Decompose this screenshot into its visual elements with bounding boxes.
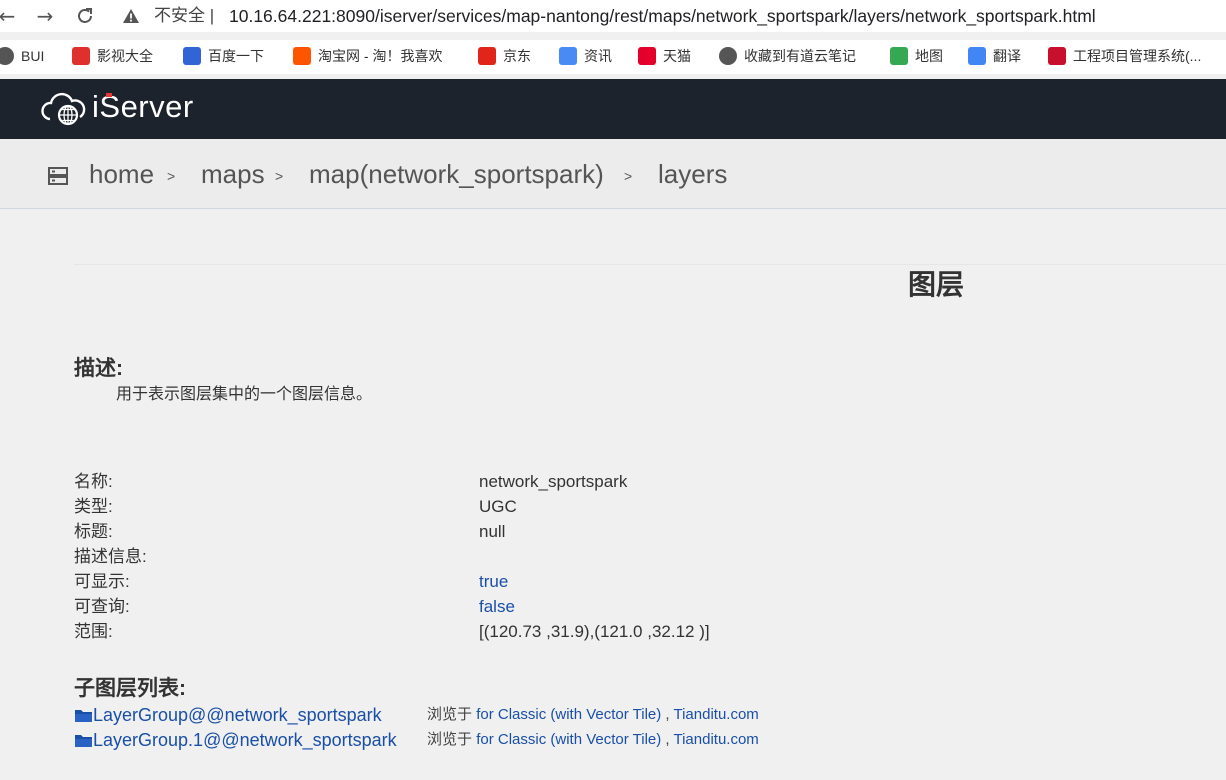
property-label: 可查询: bbox=[74, 597, 130, 616]
security-status[interactable]: 不安全 | bbox=[154, 5, 214, 27]
breadcrumb-separator: > bbox=[275, 168, 284, 184]
address-bar[interactable]: 不安全 | 10.16.64.221:8090/iserver/services… bbox=[112, 0, 1226, 32]
browser-toolbar: ← → 不安全 | 10.16.64.221:8090/iserver/serv… bbox=[0, 0, 1226, 32]
bookmark-label: 资讯 bbox=[584, 48, 612, 64]
taobao-icon bbox=[293, 47, 311, 65]
property-value[interactable]: false bbox=[479, 596, 515, 618]
bookmark-item[interactable]: 天猫 bbox=[638, 45, 691, 67]
jd-icon bbox=[478, 47, 496, 65]
url-text[interactable]: 10.16.64.221:8090/iserver/services/map-n… bbox=[229, 5, 1096, 27]
browse-prefix: 浏览于 bbox=[427, 731, 473, 748]
description-text: 用于表示图层集中的一个图层信息。 bbox=[116, 386, 373, 403]
bookmark-item[interactable]: 京东 bbox=[478, 45, 531, 67]
bookmark-label: 收藏到有道云笔记 bbox=[744, 48, 856, 64]
breadcrumb-separator: > bbox=[167, 168, 176, 184]
bookmark-item[interactable]: 资讯 bbox=[559, 45, 612, 67]
map-pin-icon bbox=[890, 47, 908, 65]
sublayers-heading: 子图层列表: bbox=[74, 677, 186, 700]
bookmark-item[interactable]: BUI bbox=[0, 45, 44, 67]
bookmark-label: 地图 bbox=[915, 48, 943, 64]
property-label: 类型: bbox=[74, 497, 113, 516]
bookmark-label: 天猫 bbox=[663, 48, 691, 64]
breadcrumb-map[interactable]: map(network_sportspark) bbox=[309, 158, 604, 190]
bookmark-label: 京东 bbox=[503, 48, 531, 64]
reload-icon bbox=[78, 8, 92, 23]
bookmark-item[interactable]: 淘宝网 - 淘！我喜欢 bbox=[293, 45, 442, 67]
browse-options: 浏览于 for Classic (with Vector Tile) , Tia… bbox=[427, 704, 759, 726]
warning-icon bbox=[123, 9, 139, 23]
property-label: 描述信息: bbox=[74, 547, 147, 566]
globe-icon bbox=[719, 47, 737, 65]
property-value[interactable]: true bbox=[479, 571, 508, 593]
bookmarks-bar: BUI 影视大全 百度一下 淘宝网 - 淘！我喜欢 京东 资讯 天猫 收藏到有道云笔记 地图 翻译… bbox=[0, 40, 1226, 74]
bookmark-item[interactable]: 收藏到有道云笔记 bbox=[719, 45, 856, 67]
bookmark-item[interactable]: 百度一下 bbox=[183, 45, 264, 67]
folder-icon bbox=[75, 735, 92, 747]
bookmark-label: 影视大全 bbox=[97, 48, 153, 64]
globe-icon bbox=[0, 47, 14, 65]
property-label: 范围: bbox=[74, 622, 113, 641]
bookmark-label: 淘宝网 - 淘！我喜欢 bbox=[318, 48, 443, 64]
reload-button[interactable] bbox=[72, 3, 98, 29]
tmall-icon bbox=[638, 47, 656, 65]
classic-link[interactable]: for Classic (with Vector Tile) bbox=[476, 731, 661, 748]
arrow-left-icon: ← bbox=[0, 4, 16, 28]
breadcrumb-maps[interactable]: maps bbox=[201, 158, 265, 190]
browse-options: 浏览于 for Classic (with Vector Tile) , Tia… bbox=[427, 729, 759, 751]
property-label: 标题: bbox=[74, 522, 113, 541]
paw-icon bbox=[183, 47, 201, 65]
tianditu-link[interactable]: Tianditu.com bbox=[673, 706, 758, 723]
tianditu-link[interactable]: Tianditu.com bbox=[673, 731, 758, 748]
property-value: null bbox=[479, 522, 506, 541]
logo-accent bbox=[106, 93, 112, 97]
link-separator: , bbox=[665, 706, 670, 723]
translate-icon bbox=[968, 47, 986, 65]
sublayer-row: LayerGroup@@network_sportspark 浏览于 for Cl… bbox=[74, 703, 759, 727]
sublayer-link[interactable]: LayerGroup@@network_sportspark bbox=[93, 705, 382, 725]
sublayer-link[interactable]: LayerGroup.1@@network_sportspark bbox=[93, 730, 397, 750]
property-value: [(120.73 ,31.9),(121.0 ,32.12 )] bbox=[479, 622, 710, 641]
list-icon bbox=[48, 167, 68, 185]
sublayer-row: LayerGroup.1@@network_sportspark 浏览于 for … bbox=[74, 728, 759, 752]
breadcrumb-home[interactable]: home bbox=[89, 158, 154, 190]
browse-prefix: 浏览于 bbox=[427, 706, 473, 723]
back-button[interactable]: ← bbox=[0, 3, 20, 29]
cloud-globe-icon bbox=[41, 92, 86, 126]
bookmark-label: BUI bbox=[21, 48, 45, 64]
property-value: network_sportspark bbox=[479, 472, 628, 491]
breadcrumb-layers[interactable]: layers bbox=[658, 158, 727, 190]
breadcrumb-separator: > bbox=[624, 168, 633, 184]
forward-button[interactable]: → bbox=[32, 3, 58, 29]
bookmark-label: 工程项目管理系统(... bbox=[1073, 48, 1202, 64]
folder-icon bbox=[75, 710, 92, 722]
bookmark-label: 翻译 bbox=[993, 48, 1021, 64]
page-title: 图层 bbox=[908, 269, 965, 300]
bookmark-item[interactable]: 翻译 bbox=[968, 45, 1021, 67]
bookmark-item[interactable]: 工程项目管理系统(... bbox=[1048, 45, 1201, 67]
arrow-right-icon: → bbox=[36, 4, 54, 28]
property-value: UGC bbox=[479, 497, 517, 516]
title-divider bbox=[74, 264, 1226, 265]
bookmark-item[interactable]: 地图 bbox=[890, 45, 943, 67]
property-label: 可显示: bbox=[74, 572, 130, 591]
link-separator: , bbox=[665, 731, 670, 748]
brand-y-icon bbox=[1048, 47, 1066, 65]
property-label: 名称: bbox=[74, 472, 113, 491]
bookmark-label: 百度一下 bbox=[208, 48, 264, 64]
breadcrumb: home > maps > map(network_sportspark) > … bbox=[0, 139, 1226, 209]
news-icon bbox=[559, 47, 577, 65]
classic-link[interactable]: for Classic (with Vector Tile) bbox=[476, 706, 661, 723]
description-heading: 描述: bbox=[74, 357, 123, 380]
play-icon bbox=[72, 47, 90, 65]
bookmark-item[interactable]: 影视大全 bbox=[72, 45, 153, 67]
